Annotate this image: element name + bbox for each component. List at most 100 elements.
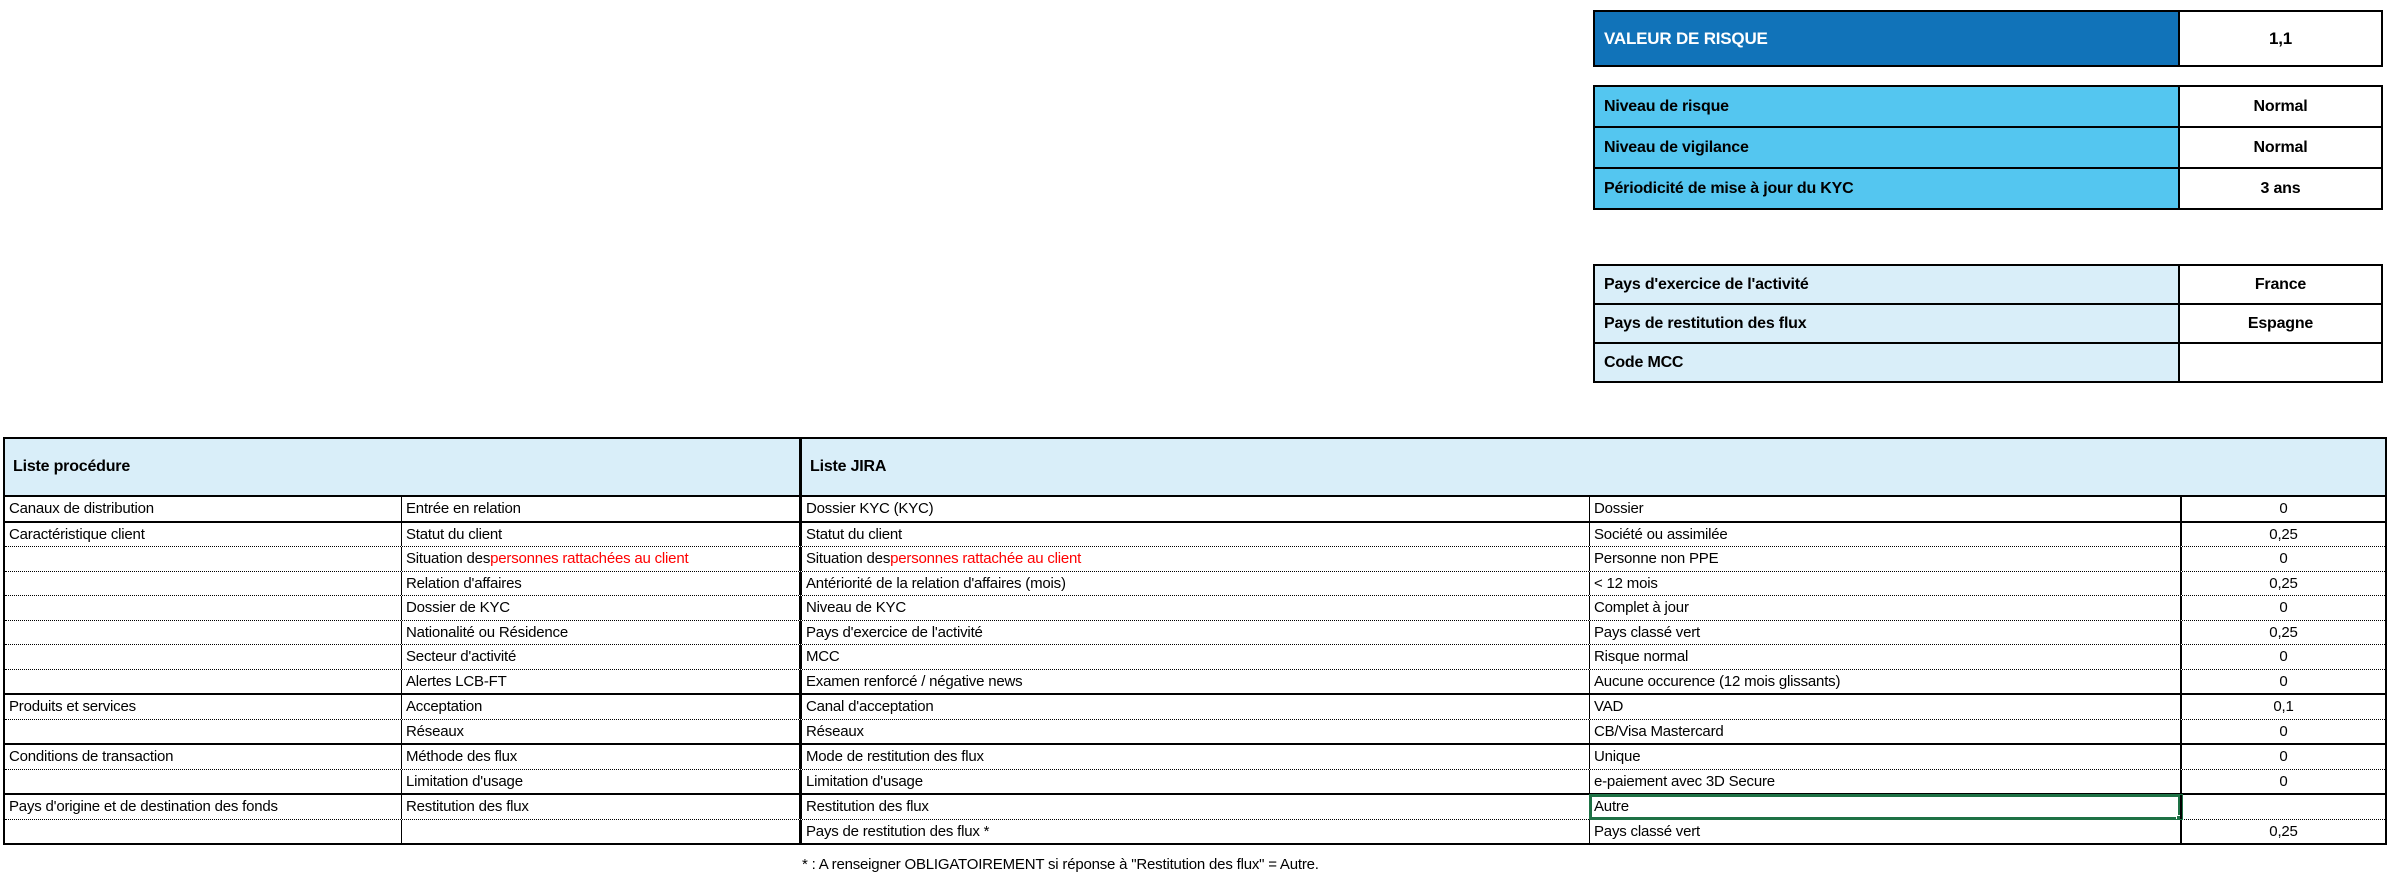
niveau-risque-value-cell[interactable]: Normal bbox=[2178, 85, 2383, 128]
cell-procedure-group[interactable] bbox=[5, 720, 402, 744]
cell-procedure-item[interactable]: Situation des personnes rattachées au cl… bbox=[402, 547, 802, 571]
pays-restitution-value-cell[interactable]: Espagne bbox=[2178, 303, 2383, 344]
niveau-risque-label-cell[interactable]: Niveau de risque bbox=[1593, 85, 2180, 128]
procedure-group-text: Pays d'origine et de destination des fon… bbox=[9, 798, 278, 815]
cell-procedure-item[interactable]: Secteur d'activité bbox=[402, 645, 802, 669]
cell-jira-item[interactable]: Restitution des flux bbox=[802, 795, 1590, 819]
cell-answer[interactable]: Dossier bbox=[1590, 497, 2182, 521]
cell-jira-item[interactable]: Réseaux bbox=[802, 720, 1590, 744]
cell-procedure-group[interactable]: Pays d'origine et de destination des fon… bbox=[5, 795, 402, 819]
cell-answer[interactable]: e-paiement avec 3D Secure bbox=[1590, 770, 2182, 794]
cell-answer[interactable]: Aucune occurence (12 mois glissants) bbox=[1590, 670, 2182, 694]
periodicite-kyc-label-cell[interactable]: Périodicité de mise à jour du KYC bbox=[1593, 167, 2180, 210]
cell-jira-item[interactable]: Statut du client bbox=[802, 523, 1590, 547]
cell-score[interactable]: 0,25 bbox=[2182, 523, 2385, 547]
cell-score[interactable] bbox=[2182, 795, 2385, 819]
cell-procedure-group[interactable] bbox=[5, 572, 402, 596]
cell-procedure-group[interactable]: Conditions de transaction bbox=[5, 745, 402, 769]
cell-procedure-group[interactable] bbox=[5, 770, 402, 794]
cell-answer[interactable]: Autre bbox=[1590, 795, 2182, 819]
cell-answer[interactable]: Complet à jour bbox=[1590, 596, 2182, 620]
cell-procedure-group[interactable]: Produits et services bbox=[5, 695, 402, 719]
cell-score[interactable]: 0 bbox=[2182, 596, 2385, 620]
procedure-item-text: Relation d'affaires bbox=[406, 575, 522, 592]
cell-procedure-group[interactable] bbox=[5, 596, 402, 620]
cell-procedure-item[interactable]: Méthode des flux bbox=[402, 745, 802, 769]
cell-procedure-group[interactable] bbox=[5, 670, 402, 694]
countries-block: Pays d'exercice de l'activité France Pay… bbox=[1593, 264, 2383, 383]
cell-procedure-item[interactable]: Réseaux bbox=[402, 720, 802, 744]
cell-procedure-group[interactable]: Caractéristique client bbox=[5, 523, 402, 547]
level-row-periodicite: Périodicité de mise à jour du KYC 3 ans bbox=[1593, 167, 2383, 210]
cell-answer[interactable]: Pays classé vert bbox=[1590, 820, 2182, 844]
cell-procedure-group[interactable] bbox=[5, 621, 402, 645]
cell-procedure-item[interactable] bbox=[402, 820, 802, 844]
cell-jira-item[interactable]: Pays d'exercice de l'activité bbox=[802, 621, 1590, 645]
cell-procedure-group[interactable] bbox=[5, 820, 402, 844]
risk-value-block: VALEUR DE RISQUE 1,1 bbox=[1593, 10, 2383, 67]
header-liste-procedure[interactable]: Liste procédure bbox=[5, 439, 802, 495]
cell-answer[interactable]: Pays classé vert bbox=[1590, 621, 2182, 645]
cell-score[interactable]: 0,25 bbox=[2182, 621, 2385, 645]
pays-exercice-value-cell[interactable]: France bbox=[2178, 264, 2383, 305]
cell-answer[interactable]: Personne non PPE bbox=[1590, 547, 2182, 571]
cell-score[interactable]: 0 bbox=[2182, 720, 2385, 744]
cell-procedure-item[interactable]: Alertes LCB-FT bbox=[402, 670, 802, 694]
cell-procedure-item[interactable]: Relation d'affaires bbox=[402, 572, 802, 596]
code-mcc-value-cell[interactable] bbox=[2178, 342, 2383, 383]
cell-jira-item[interactable]: Situation des personnes rattachée au cli… bbox=[802, 547, 1590, 571]
cell-procedure-group[interactable] bbox=[5, 547, 402, 571]
cell-procedure-item[interactable]: Statut du client bbox=[402, 523, 802, 547]
cell-score[interactable]: 0,25 bbox=[2182, 572, 2385, 596]
cell-procedure-item[interactable]: Dossier de KYC bbox=[402, 596, 802, 620]
cell-jira-item[interactable]: MCC bbox=[802, 645, 1590, 669]
code-mcc-label-cell[interactable]: Code MCC bbox=[1593, 342, 2180, 383]
score-text: 0 bbox=[2279, 648, 2287, 665]
cell-score[interactable]: 0,25 bbox=[2182, 820, 2385, 844]
risk-value-cell[interactable]: 1,1 bbox=[2178, 10, 2383, 67]
cell-answer[interactable]: Société ou assimilée bbox=[1590, 523, 2182, 547]
periodicite-kyc-value-cell[interactable]: 3 ans bbox=[2178, 167, 2383, 210]
dropdown-arrow-button[interactable] bbox=[2181, 795, 2182, 819]
cell-answer[interactable]: < 12 mois bbox=[1590, 572, 2182, 596]
cell-procedure-item[interactable]: Nationalité ou Résidence bbox=[402, 621, 802, 645]
cell-procedure-group[interactable] bbox=[5, 645, 402, 669]
score-text: 0 bbox=[2279, 748, 2287, 765]
cell-answer[interactable]: Unique bbox=[1590, 745, 2182, 769]
pays-restitution-value: Espagne bbox=[2248, 315, 2313, 333]
risk-value-label-cell[interactable]: VALEUR DE RISQUE bbox=[1593, 10, 2180, 67]
cell-jira-item[interactable]: Canal d'acceptation bbox=[802, 695, 1590, 719]
cell-procedure-item[interactable]: Restitution des flux bbox=[402, 795, 802, 819]
table-row: Conditions de transaction Méthode des fl… bbox=[5, 743, 2385, 769]
cell-procedure-item[interactable]: Entrée en relation bbox=[402, 497, 802, 521]
selection-fill-handle[interactable] bbox=[2176, 815, 2182, 819]
pays-exercice-label-cell[interactable]: Pays d'exercice de l'activité bbox=[1593, 264, 2180, 305]
header-liste-jira[interactable]: Liste JIRA bbox=[802, 439, 2385, 495]
cell-jira-item[interactable]: Dossier KYC (KYC) bbox=[802, 497, 1590, 521]
cell-jira-item[interactable]: Examen renforcé / négative news bbox=[802, 670, 1590, 694]
cell-score[interactable]: 0 bbox=[2182, 645, 2385, 669]
niveau-vigilance-label-cell[interactable]: Niveau de vigilance bbox=[1593, 126, 2180, 169]
niveau-vigilance-value-cell[interactable]: Normal bbox=[2178, 126, 2383, 169]
cell-score[interactable]: 0 bbox=[2182, 770, 2385, 794]
cell-score[interactable]: 0,1 bbox=[2182, 695, 2385, 719]
cell-jira-item[interactable]: Limitation d'usage bbox=[802, 770, 1590, 794]
cell-jira-item[interactable]: Antériorité de la relation d'affaires (m… bbox=[802, 572, 1590, 596]
score-text: 0 bbox=[2279, 673, 2287, 690]
cell-answer[interactable]: CB/Visa Mastercard bbox=[1590, 720, 2182, 744]
score-text: 0,25 bbox=[2269, 575, 2297, 592]
cell-score[interactable]: 0 bbox=[2182, 547, 2385, 571]
cell-answer[interactable]: Risque normal bbox=[1590, 645, 2182, 669]
cell-score[interactable]: 0 bbox=[2182, 497, 2385, 521]
jira-item-red-text: personnes rattachée au client bbox=[890, 550, 1081, 567]
cell-jira-item[interactable]: Pays de restitution des flux * bbox=[802, 820, 1590, 844]
cell-score[interactable]: 0 bbox=[2182, 745, 2385, 769]
pays-restitution-label-cell[interactable]: Pays de restitution des flux bbox=[1593, 303, 2180, 344]
cell-jira-item[interactable]: Mode de restitution des flux bbox=[802, 745, 1590, 769]
cell-procedure-item[interactable]: Acceptation bbox=[402, 695, 802, 719]
cell-jira-item[interactable]: Niveau de KYC bbox=[802, 596, 1590, 620]
cell-score[interactable]: 0 bbox=[2182, 670, 2385, 694]
cell-procedure-group[interactable]: Canaux de distribution bbox=[5, 497, 402, 521]
cell-procedure-item[interactable]: Limitation d'usage bbox=[402, 770, 802, 794]
cell-answer[interactable]: VAD bbox=[1590, 695, 2182, 719]
